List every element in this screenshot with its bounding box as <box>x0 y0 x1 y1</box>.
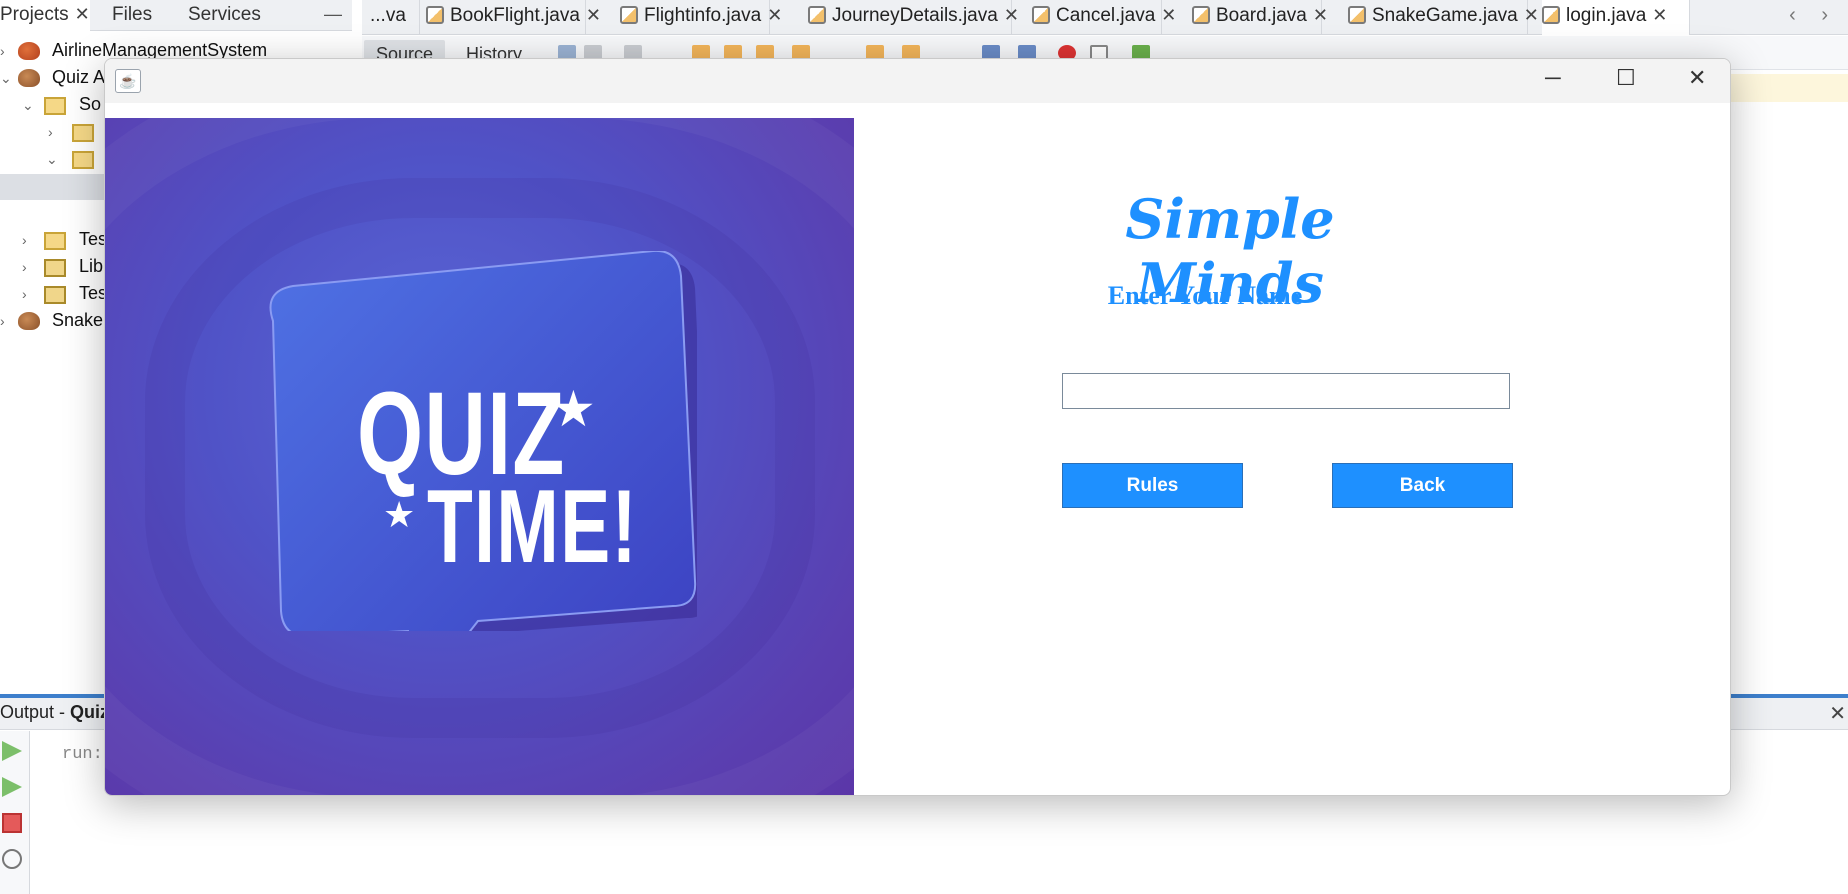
java-file-icon <box>1032 6 1050 24</box>
editor-tab[interactable]: ...va <box>370 0 420 35</box>
tree-item-label: Tes <box>79 229 108 249</box>
chevron-right-icon[interactable]: › <box>48 124 53 140</box>
close-icon[interactable]: ✕ <box>586 5 601 25</box>
library-icon <box>44 286 66 304</box>
close-icon[interactable]: ✕ <box>1524 5 1539 25</box>
tab-files[interactable]: Files <box>112 0 172 31</box>
package-icon <box>44 97 66 115</box>
projects-tab-bar: Projects ✕ Files Services — <box>0 0 352 31</box>
tab-scroll-arrows-icon[interactable]: ‹ › <box>1789 4 1838 27</box>
time-word: TIME! <box>427 469 639 585</box>
tree-item-label: Tes <box>79 283 108 303</box>
quiz-time-image: QUIZ ★ ★ TIME! <box>105 118 854 795</box>
editor-tab-label: JourneyDetails.java <box>832 5 998 26</box>
package-icon <box>44 232 66 250</box>
editor-tab-label: Cancel.java <box>1056 5 1156 26</box>
editor-tab[interactable]: Cancel.java ✕ <box>1032 0 1176 35</box>
editor-tab[interactable]: SnakeGame.java ✕ <box>1348 0 1539 35</box>
tab-projects[interactable]: Projects ✕ <box>0 0 90 31</box>
close-icon[interactable]: ✕ <box>1004 5 1019 25</box>
chevron-right-icon[interactable]: › <box>22 286 27 302</box>
close-icon[interactable]: ✕ <box>1313 5 1328 25</box>
chevron-right-icon[interactable]: › <box>22 259 27 275</box>
chevron-right-icon[interactable]: › <box>22 232 27 248</box>
rules-button[interactable]: Rules <box>1062 463 1243 508</box>
window-title-bar[interactable]: ☕ ─ ☐ ✕ <box>105 59 1730 103</box>
output-title-prefix: Output - <box>0 702 71 722</box>
library-icon <box>44 259 66 277</box>
stop-icon[interactable] <box>2 813 22 833</box>
tab-services[interactable]: Services <box>188 0 278 31</box>
editor-tab[interactable]: Board.java ✕ <box>1192 0 1328 35</box>
java-file-icon <box>620 6 638 24</box>
editor-tab-label: BookFlight.java <box>450 5 580 26</box>
rerun-icon[interactable] <box>2 741 22 761</box>
rerun-with-params-icon[interactable] <box>2 777 22 797</box>
tab-files-label: Files <box>112 4 153 25</box>
output-title: Output - Quiz <box>0 702 109 723</box>
close-icon[interactable]: ✕ <box>1688 65 1706 91</box>
java-file-icon <box>1542 6 1560 24</box>
tree-item-label: So <box>79 94 102 114</box>
name-input[interactable] <box>1062 373 1510 409</box>
editor-tab-active[interactable]: login.java ✕ <box>1542 0 1690 35</box>
package-icon <box>72 151 94 169</box>
output-side-toolbar <box>0 731 30 894</box>
java-file-icon <box>426 6 444 24</box>
editor-tab-bar: ...va BookFlight.java ✕ Flightinfo.java ✕ … <box>362 0 1848 35</box>
output-text: run: <box>62 745 103 764</box>
project-icon <box>18 42 40 60</box>
editor-tab-label: Flightinfo.java <box>644 5 762 26</box>
editor-tab-label: SnakeGame.java <box>1372 5 1518 26</box>
close-icon[interactable]: ✕ <box>1161 5 1176 25</box>
star-icon: ★ <box>551 381 596 437</box>
close-icon[interactable]: ✕ <box>1829 701 1846 726</box>
settings-icon[interactable] <box>2 849 22 869</box>
close-icon[interactable]: ✕ <box>767 5 782 25</box>
chevron-down-icon[interactable]: ⌄ <box>46 151 58 168</box>
java-file-icon <box>1348 6 1366 24</box>
java-app-icon: ☕ <box>115 69 141 93</box>
maximize-icon[interactable]: ☐ <box>1616 65 1636 91</box>
editor-tab[interactable]: BookFlight.java ✕ <box>426 0 601 35</box>
tree-item-label: Snake <box>52 310 104 330</box>
close-icon[interactable]: ✕ <box>75 4 90 24</box>
project-icon <box>18 69 40 87</box>
editor-tab[interactable]: Flightinfo.java ✕ <box>620 0 782 35</box>
editor-tab-label: Board.java <box>1216 5 1307 26</box>
editor-tab[interactable]: JourneyDetails.java ✕ <box>808 0 1019 35</box>
close-icon[interactable]: ✕ <box>1652 5 1667 25</box>
back-button[interactable]: Back <box>1332 463 1513 508</box>
java-file-icon <box>808 6 826 24</box>
package-icon <box>72 124 94 142</box>
tree-item-label: Quiz A <box>52 67 106 87</box>
chevron-right-icon[interactable]: › <box>0 313 5 329</box>
minimize-icon[interactable]: ─ <box>1545 65 1561 91</box>
editor-tab-label: ...va <box>370 5 406 26</box>
tab-services-label: Services <box>188 4 261 25</box>
minimize-panel-icon[interactable]: — <box>324 4 342 25</box>
enter-name-label: Enter Your Name <box>1107 281 1303 310</box>
java-file-icon <box>1192 6 1210 24</box>
login-window: ☕ ─ ☐ ✕ QUIZ ★ ★ TIME! Simple Minds Ente… <box>104 58 1731 796</box>
chevron-down-icon[interactable]: ⌄ <box>22 97 34 114</box>
chevron-down-icon[interactable]: ⌄ <box>0 70 12 87</box>
chevron-right-icon[interactable]: › <box>0 43 5 59</box>
tree-item-label: Lib <box>79 256 104 276</box>
star-icon: ★ <box>383 494 416 535</box>
editor-tab-label: login.java <box>1566 5 1647 26</box>
tab-projects-label: Projects <box>0 4 69 25</box>
project-icon <box>18 312 40 330</box>
editor-highlight-line <box>1720 74 1848 102</box>
